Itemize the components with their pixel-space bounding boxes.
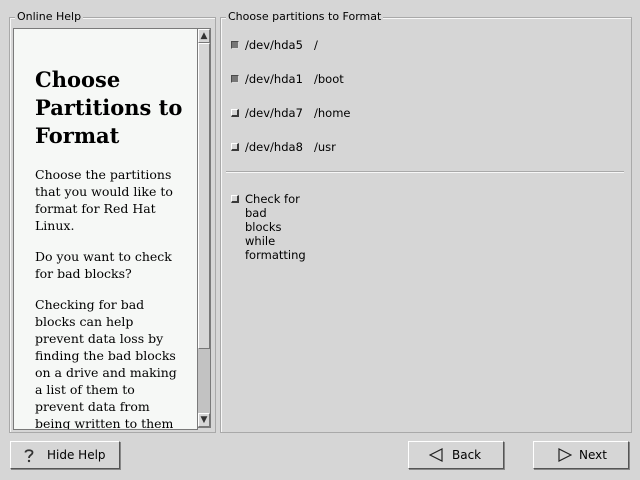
help-text-view[interactable]: Choose Partitions to Format Choose the p… (13, 28, 198, 430)
partition-mount: /boot (314, 72, 344, 86)
hide-help-label: Hide Help (47, 448, 106, 462)
partition-checkbox-hda8[interactable] (231, 143, 239, 151)
badblocks-label: Check for bad blocks while formatting (245, 192, 306, 262)
online-help-title: Online Help (15, 10, 84, 24)
back-button[interactable]: Back (408, 441, 504, 469)
partition-checkbox-hda1[interactable] (231, 75, 239, 83)
help-paragraph-2: Do you want to check for bad blocks? (35, 249, 172, 281)
scroll-up-arrow-icon[interactable]: ▲ (198, 29, 210, 43)
badblocks-checkbox[interactable] (231, 195, 239, 203)
partitions-panel-title: Choose partitions to Format (226, 10, 384, 24)
next-label: Next (579, 448, 607, 462)
scrollbar-thumb[interactable] (198, 43, 210, 349)
partition-device: /dev/hda7 (245, 106, 303, 120)
hide-help-button[interactable]: Hide Help (10, 441, 120, 469)
right-arrow-icon (558, 448, 572, 462)
scroll-down-arrow-icon[interactable]: ▼ (198, 413, 210, 427)
divider (226, 171, 624, 173)
partition-device: /dev/hda8 (245, 140, 303, 154)
partition-checkbox-hda5[interactable] (231, 41, 239, 49)
left-arrow-icon (429, 448, 443, 462)
back-label: Back (452, 448, 482, 462)
partition-mount: /usr (314, 140, 336, 154)
partition-mount: /home (314, 106, 351, 120)
question-mark-icon (24, 449, 34, 463)
partitions-panel: Choose partitions to Format /dev/hda5 / … (220, 10, 632, 433)
help-paragraph-1: Choose the partitions that you would lik… (35, 167, 173, 233)
help-heading: Choose Partitions to Format (35, 67, 183, 148)
partition-device: /dev/hda5 (245, 38, 303, 52)
partition-checkbox-hda7[interactable] (231, 109, 239, 117)
online-help-panel: Online Help Choose Partitions to Format … (9, 10, 216, 433)
help-scrollbar[interactable]: ▲ ▼ (197, 28, 211, 428)
partition-mount: / (314, 38, 318, 52)
next-button[interactable]: Next (533, 441, 629, 469)
partition-device: /dev/hda1 (245, 72, 303, 86)
help-paragraph-3: Checking for bad blocks can help prevent… (35, 297, 177, 430)
